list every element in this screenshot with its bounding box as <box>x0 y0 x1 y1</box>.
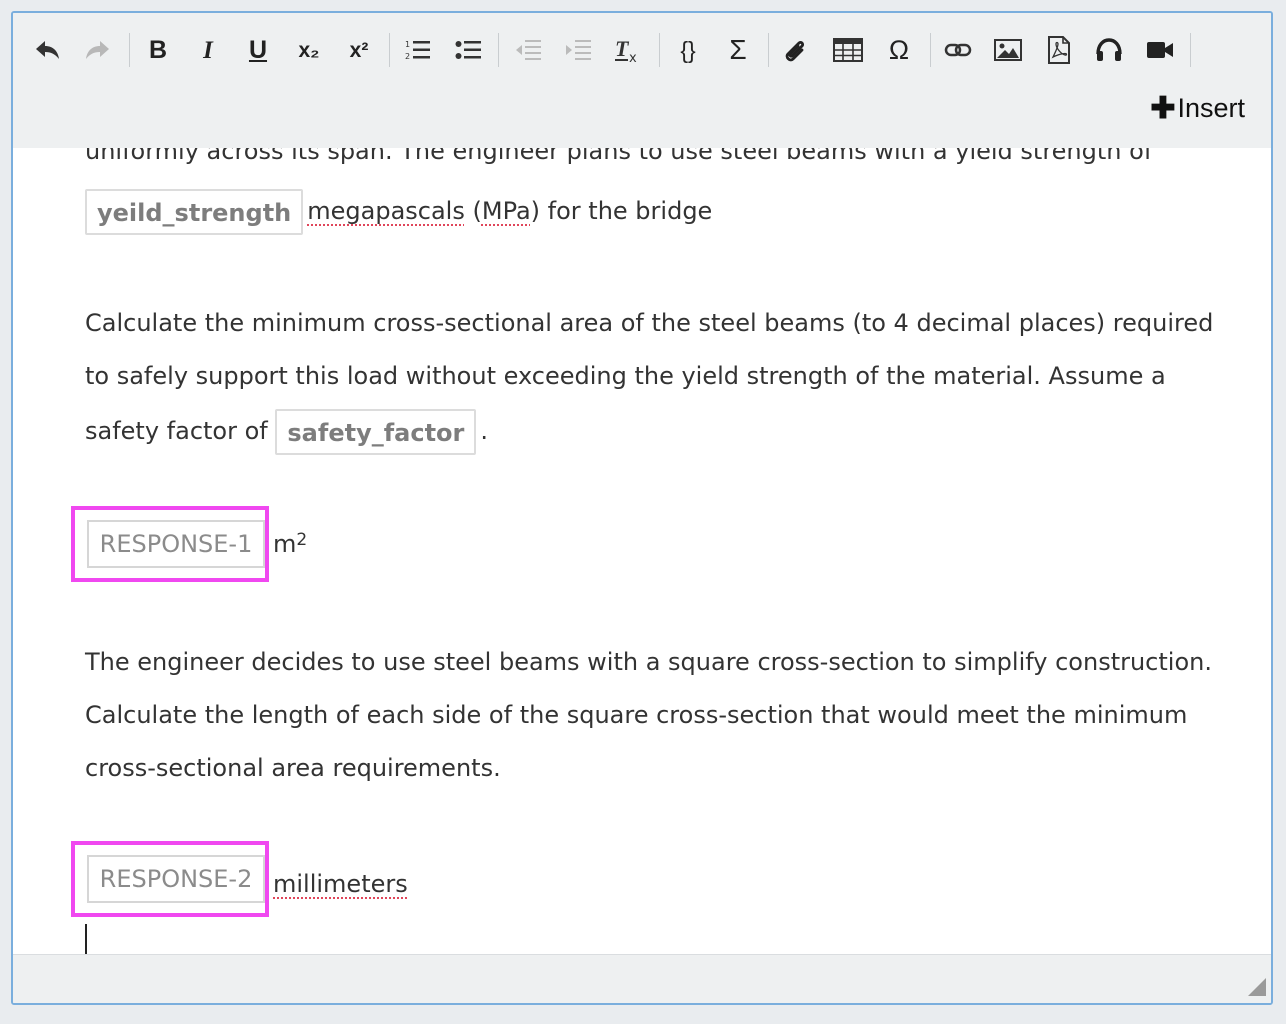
bulleted-list-button[interactable] <box>448 35 488 65</box>
redo-button[interactable] <box>77 35 117 65</box>
text-fragment: safety factor of <box>85 417 268 445</box>
insert-label: Insert <box>1177 93 1245 123</box>
text-fragment: ) for the bridge <box>530 197 713 225</box>
video-camera-icon <box>1147 42 1173 58</box>
response-1-input[interactable]: RESPONSE-1 <box>87 520 265 568</box>
table-button[interactable] <box>828 35 868 65</box>
editor-status-bar <box>13 954 1271 1003</box>
outdent-icon <box>516 40 541 60</box>
svg-text:x: x <box>629 51 637 63</box>
paragraph-line: The engineer decides to use steel beams … <box>85 648 1212 676</box>
link-button[interactable] <box>938 35 978 65</box>
indent-button[interactable] <box>558 35 598 65</box>
response-1-highlight: RESPONSE-1 <box>71 506 269 582</box>
video-button[interactable] <box>1140 35 1180 65</box>
underline-icon: U <box>248 35 268 64</box>
rich-text-editor: B I U x₂ x² 1 2 T x {} Σ Ω ✚ Insert unif… <box>11 11 1273 1005</box>
indent-icon <box>566 40 591 60</box>
response-2-unit: millimeters <box>273 866 408 902</box>
attachment-button[interactable] <box>776 35 816 65</box>
paragraph-line: Calculate the minimum cross-sectional ar… <box>85 309 1214 337</box>
unit-superscript: 2 <box>296 530 308 550</box>
plus-icon: ✚ <box>1150 91 1176 125</box>
headphones-icon <box>1096 38 1122 61</box>
bold-icon: B <box>148 35 168 64</box>
image-icon <box>994 39 1022 61</box>
response-2-input[interactable]: RESPONSE-2 <box>87 855 265 903</box>
sigma-icon: Σ <box>729 34 747 65</box>
math-sigma-button[interactable]: Σ <box>718 35 758 65</box>
pdf-file-icon <box>1048 36 1070 64</box>
unit-text: m <box>273 530 297 558</box>
superscript-icon: x² <box>349 38 369 62</box>
clear-format-icon: T x <box>615 37 637 63</box>
underline-button[interactable]: U <box>238 35 278 65</box>
omega-icon: Ω <box>888 34 910 65</box>
numbered-list-button[interactable]: 1 2 <box>398 35 438 65</box>
resize-handle-icon[interactable] <box>1247 977 1267 997</box>
code-braces-button[interactable]: {} <box>668 35 708 65</box>
numbered-list-icon: 1 2 <box>405 40 430 61</box>
bulleted-list-icon <box>455 41 481 59</box>
bold-button[interactable]: B <box>138 35 178 65</box>
insert-button[interactable]: ✚ Insert <box>1150 93 1245 124</box>
image-button[interactable] <box>988 35 1028 65</box>
pdf-button[interactable] <box>1039 35 1079 65</box>
clear-format-button[interactable]: T x <box>608 35 648 65</box>
text-fragment: . <box>480 417 489 445</box>
paragraph-line: Calculate the length of each side of the… <box>85 701 1188 729</box>
text-fragment: ( <box>464 197 482 225</box>
undo-icon <box>36 41 59 59</box>
paragraph-line: cross-sectional area requirements. <box>85 754 501 782</box>
undo-button[interactable] <box>28 35 68 65</box>
table-icon <box>833 38 863 62</box>
superscript-button[interactable]: x² <box>339 35 379 65</box>
response-2-highlight: RESPONSE-2 <box>71 841 269 917</box>
paperclip-icon <box>785 40 805 62</box>
paragraph-line: to safely support this load without exce… <box>85 362 1166 390</box>
link-icon <box>944 43 972 57</box>
misspelled-word: megapascals <box>307 197 465 225</box>
outdent-button[interactable] <box>508 35 548 65</box>
redo-icon <box>86 41 109 59</box>
variable-chip-yeild-strength[interactable]: yeild_strength <box>85 189 304 235</box>
braces-icon: {} <box>680 36 696 63</box>
misspelled-word: MPa <box>481 197 531 225</box>
misspelled-word: millimeters <box>273 870 408 898</box>
subscript-icon: x₂ <box>298 38 320 62</box>
text-cursor <box>85 924 87 956</box>
subscript-button[interactable]: x₂ <box>289 35 329 65</box>
paragraph-line: yeild_strength megapascals (MPa) for the … <box>85 187 712 235</box>
svg-text:1: 1 <box>405 40 410 49</box>
svg-text:2: 2 <box>405 52 410 61</box>
editor-toolbar: B I U x₂ x² 1 2 T x {} Σ Ω ✚ Insert <box>13 13 1271 148</box>
variable-chip-safety-factor[interactable]: safety_factor <box>275 409 477 455</box>
italic-icon: I <box>203 36 213 64</box>
svg-text:T: T <box>615 37 630 61</box>
audio-button[interactable] <box>1089 35 1129 65</box>
response-1-unit: m2 <box>273 526 307 562</box>
special-char-button[interactable]: Ω <box>879 35 919 65</box>
italic-button[interactable]: I <box>188 35 228 65</box>
paragraph-line: safety factor of safety_factor. <box>85 406 488 456</box>
